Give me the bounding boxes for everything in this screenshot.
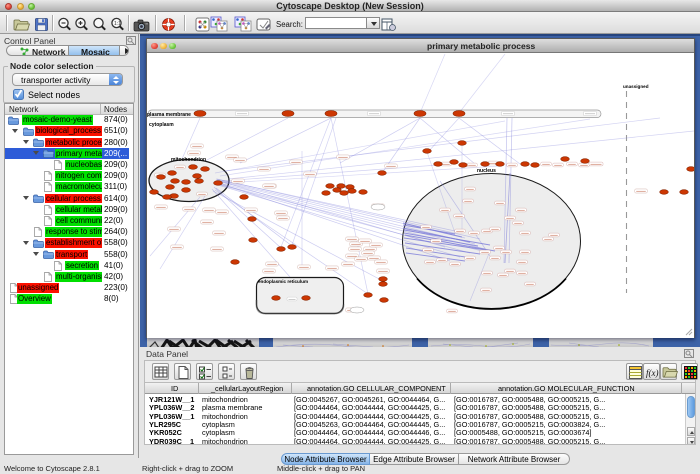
svg-text:plasma membrane: plasma membrane [147,112,191,118]
svg-text:unassigned: unassigned [623,84,649,89]
svg-text:1:1: 1:1 [114,21,121,27]
svg-text:mitochondrion: mitochondrion [171,157,206,163]
svg-text:cytoplasm: cytoplasm [149,122,174,128]
svg-text:f(x): f(x) [646,368,659,378]
svg-text:nucleus: nucleus [477,168,496,174]
svg-text:endoplasmic reticulum: endoplasmic reticulum [258,279,308,284]
